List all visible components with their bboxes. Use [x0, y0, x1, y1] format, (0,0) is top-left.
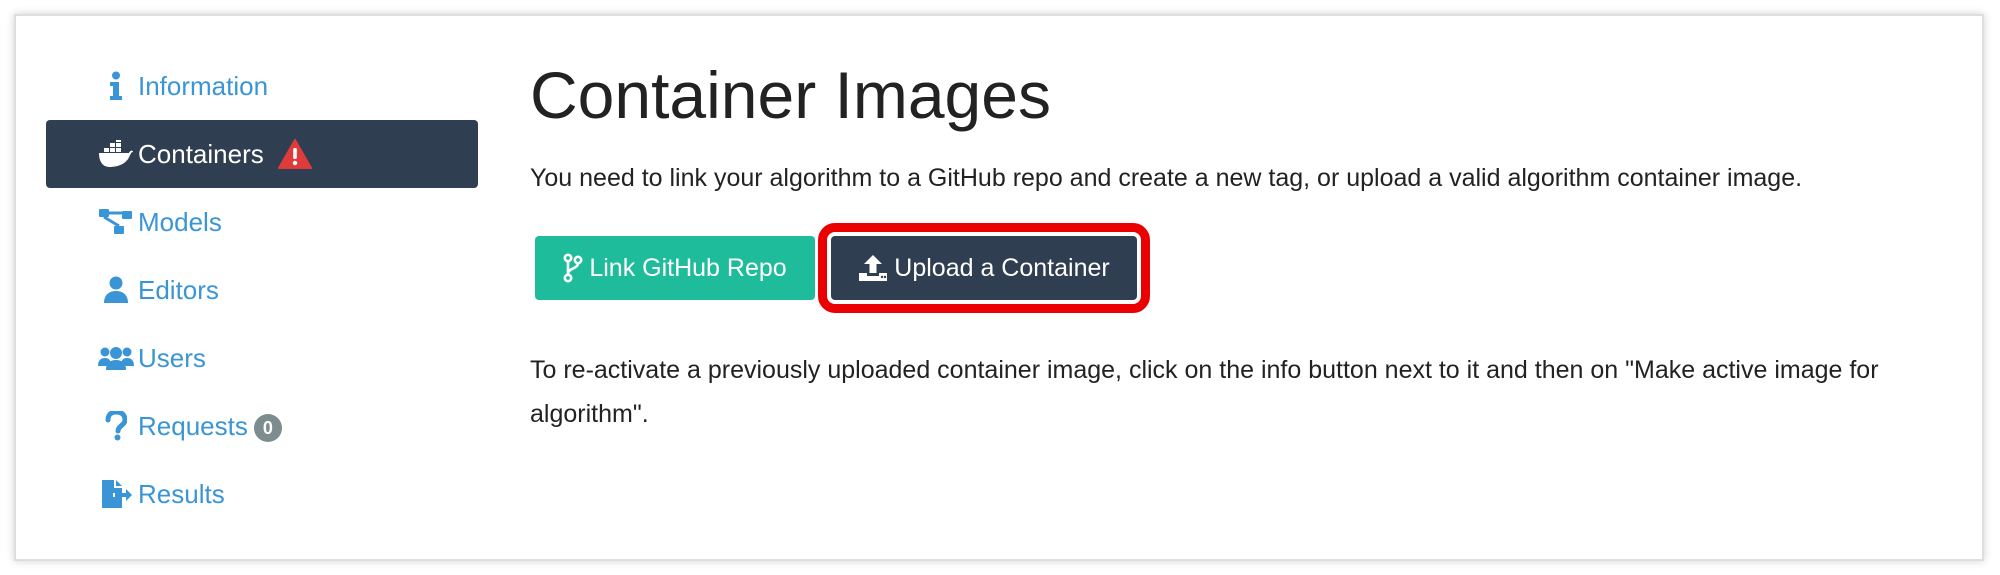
- upload-container-button[interactable]: Upload a Container: [818, 223, 1150, 313]
- sidebar-item-label: Information: [138, 70, 269, 101]
- code-branch-icon: [563, 253, 583, 283]
- requests-count-badge: 0: [253, 414, 282, 442]
- user-icon: [98, 274, 134, 306]
- sidebar-item-label: Containers: [138, 138, 264, 169]
- users-icon: [98, 342, 134, 374]
- sidebar-item-label: Results: [138, 478, 225, 509]
- info-icon: [98, 70, 134, 102]
- sitemap-icon: [98, 206, 134, 238]
- sidebar-item-models[interactable]: Models: [46, 188, 478, 256]
- sidebar-item-label: Editors: [138, 274, 219, 305]
- sidebar-item-containers[interactable]: Containers: [46, 120, 478, 188]
- upload-container-label: Upload a Container: [894, 253, 1110, 282]
- page-title: Container Images: [530, 58, 1051, 132]
- upload-icon: [859, 255, 888, 281]
- reactivate-instructions: To re-activate a previously uploaded con…: [530, 356, 1879, 428]
- link-github-repo-button[interactable]: Link GitHub Repo: [535, 236, 815, 300]
- page-frame: Information Containers Models Editors Us…: [14, 14, 1984, 561]
- main-content: Container Images You need to link your a…: [530, 52, 1970, 436]
- sidebar-nav: Information Containers Models Editors Us…: [46, 52, 478, 528]
- sidebar-item-label: Models: [138, 206, 222, 237]
- action-buttons: Link GitHub Repo Upload a Container: [530, 223, 1970, 313]
- docker-icon: [98, 138, 134, 170]
- sidebar-item-results[interactable]: Results: [46, 460, 478, 528]
- link-github-repo-label: Link GitHub Repo: [589, 253, 787, 282]
- sidebar-item-editors[interactable]: Editors: [46, 256, 478, 324]
- sidebar-item-label: Requests: [138, 410, 248, 441]
- warning-icon: [277, 139, 312, 169]
- question-icon: [98, 410, 134, 442]
- sidebar-item-information[interactable]: Information: [46, 52, 478, 120]
- file-export-icon: [98, 478, 134, 510]
- container-instructions: You need to link your algorithm to a Git…: [530, 164, 1803, 192]
- sidebar-item-label: Users: [138, 342, 206, 373]
- sidebar-item-requests[interactable]: Requests 0: [46, 392, 478, 460]
- sidebar-item-users[interactable]: Users: [46, 324, 478, 392]
